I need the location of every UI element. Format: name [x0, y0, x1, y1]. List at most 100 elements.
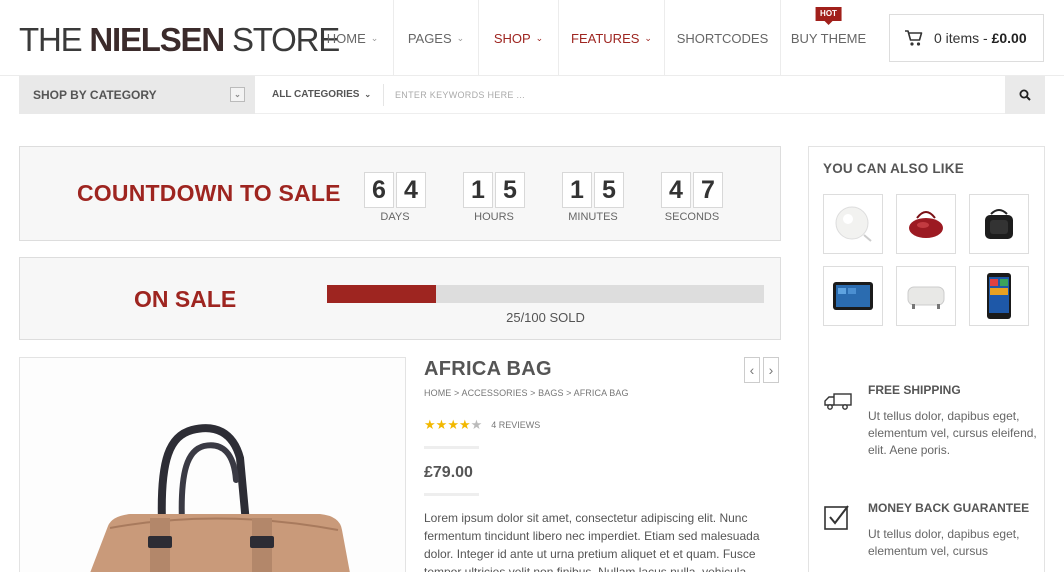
- star-icon: ★: [458, 417, 471, 432]
- unit-label: HOURS: [474, 211, 514, 223]
- prev-product-button[interactable]: ‹: [744, 357, 760, 383]
- chevron-down-icon: ⌄: [456, 32, 465, 43]
- digit: 7: [693, 172, 723, 208]
- logo-the: THE: [19, 21, 90, 58]
- shop-by-category-dropdown[interactable]: SHOP BY CATEGORY ⌄: [19, 76, 255, 114]
- nav-label: HOME: [326, 30, 366, 46]
- digit: 4: [661, 172, 691, 208]
- search-button[interactable]: [1005, 76, 1045, 114]
- camera-bag-image: [985, 209, 1013, 239]
- countdown-panel: COUNTDOWN TO SALE 64 DAYS 15 HOURS 15 MI…: [19, 146, 781, 241]
- divider: [424, 493, 479, 496]
- truck-icon: [824, 393, 852, 410]
- unit-label: SECONDS: [664, 211, 720, 223]
- search-field-area: ALL CATEGORIES ⌄ ENTER KEYWORDS HERE ...: [255, 76, 1005, 114]
- nav-label: PAGES: [407, 30, 452, 46]
- main-nav: HOME ⌄ PAGES ⌄ SHOP ⌄ FEATURES ⌄ SHORTCODES …: [312, 0, 876, 76]
- thumb-lamp[interactable]: [823, 194, 883, 254]
- digit: 5: [594, 172, 624, 208]
- divider: [383, 84, 384, 106]
- star-icon: ★: [424, 417, 436, 432]
- product-price: £79.00: [424, 464, 473, 481]
- hot-badge: HOT: [815, 7, 842, 25]
- countdown-seconds: 47 SECONDS: [657, 172, 727, 223]
- nav-item-shortcodes[interactable]: SHORTCODES: [665, 0, 781, 76]
- all-categories-label: ALL CATEGORIES: [272, 89, 360, 100]
- smartphone-image: [987, 273, 1011, 319]
- breadcrumb[interactable]: HOME > ACCESSORIES > BAGS > AFRICA BAG: [424, 388, 629, 398]
- unit-label: MINUTES: [568, 211, 618, 223]
- shop-by-category-label: SHOP BY CATEGORY: [33, 88, 157, 102]
- nav-label: SHORTCODES: [676, 30, 769, 46]
- bag-image: [90, 424, 350, 572]
- product-image[interactable]: [19, 357, 406, 572]
- thumb-ottoman[interactable]: [896, 266, 956, 326]
- product-description: Lorem ipsum dolor sit amet, consectetur …: [424, 511, 760, 572]
- checkbox-icon: [824, 505, 849, 530]
- feature-text: Ut tellus dolor, dapibus eget, elementum…: [868, 409, 1037, 457]
- product-title: AFRICA BAG: [424, 358, 552, 380]
- tablet-image: [833, 282, 873, 310]
- search-input[interactable]: ENTER KEYWORDS HERE ...: [395, 90, 525, 100]
- site-logo[interactable]: THE NIELSEN STORE: [19, 21, 340, 58]
- nav-label: BUY THEME: [790, 30, 867, 46]
- cart-total: £0.00: [991, 30, 1027, 46]
- thumb-tablet[interactable]: [823, 266, 883, 326]
- unit-label: DAYS: [380, 211, 410, 223]
- chevron-down-icon: ⌄: [370, 32, 379, 43]
- cart-button[interactable]: 0 items - £0.00: [889, 14, 1044, 62]
- product-rating: ★ ★ ★ ★ ★ 4 REVIEWS: [424, 418, 540, 431]
- on-sale-panel: ON SALE 25/100 SOLD: [19, 257, 781, 340]
- sold-count: 25/100 SOLD: [506, 310, 585, 325]
- cart-items: 0 items -: [934, 30, 988, 46]
- handbag-image: [909, 211, 943, 238]
- search-icon: [1019, 89, 1031, 101]
- chevron-down-icon: ⌄: [644, 32, 652, 43]
- lamp-image: [835, 206, 872, 242]
- divider: [424, 446, 479, 449]
- star-empty-icon: ★: [470, 417, 483, 432]
- thumb-red-handbag[interactable]: [896, 194, 956, 254]
- thumb-camera-bag[interactable]: [969, 194, 1029, 254]
- chevron-down-icon: ⌄: [364, 90, 372, 99]
- nav-item-pages[interactable]: PAGES ⌄: [394, 0, 479, 76]
- sidebar: YOU CAN ALSO LIKE FREE SHIPPING Ut tellu…: [808, 146, 1045, 572]
- countdown-title: COUNTDOWN TO SALE: [77, 180, 341, 206]
- nav-item-shop[interactable]: SHOP ⌄: [479, 0, 559, 76]
- chevron-left-icon: ‹: [749, 362, 755, 378]
- countdown-minutes: 15 MINUTES: [558, 172, 628, 223]
- chevron-right-icon: ›: [768, 362, 774, 378]
- thumb-smartphone[interactable]: [969, 266, 1029, 326]
- on-sale-title: ON SALE: [134, 286, 237, 312]
- reviews-link[interactable]: 4 REVIEWS: [491, 420, 540, 430]
- feature-text: Ut tellus dolor, dapibus eget, elementum…: [868, 527, 1020, 558]
- nav-item-home[interactable]: HOME ⌄: [312, 0, 394, 76]
- nav-label: FEATURES: [571, 30, 640, 46]
- all-categories-select[interactable]: ALL CATEGORIES ⌄: [272, 89, 371, 100]
- countdown-hours: 15 HOURS: [459, 172, 529, 223]
- digit: 5: [495, 172, 525, 208]
- sold-progress-bar: [327, 285, 764, 303]
- next-product-button[interactable]: ›: [763, 357, 779, 383]
- feature-title: FREE SHIPPING: [868, 383, 961, 397]
- cart-icon: [905, 30, 923, 46]
- feature-title: MONEY BACK GUARANTEE: [868, 501, 1030, 515]
- site-header: THE NIELSEN STORE HOME ⌄ PAGES ⌄ SHOP ⌄ FEA…: [0, 0, 1064, 76]
- search-bar: SHOP BY CATEGORY ⌄ ALL CATEGORIES ⌄ ENTER…: [19, 76, 1045, 114]
- sold-progress-fill: [327, 285, 437, 303]
- chevron-down-icon: ⌄: [535, 32, 544, 43]
- nav-label: SHOP: [493, 30, 531, 46]
- digit: 1: [562, 172, 592, 208]
- ottoman-image: [907, 286, 945, 309]
- digit: 1: [463, 172, 493, 208]
- logo-nielsen: NIELSEN: [89, 21, 225, 58]
- nav-item-buy-theme[interactable]: HOT BUY THEME: [781, 0, 876, 76]
- countdown-days: 64 DAYS: [360, 172, 430, 223]
- star-icon: ★: [435, 417, 448, 432]
- nav-item-features[interactable]: FEATURES ⌄: [559, 0, 665, 76]
- star-icon: ★: [447, 417, 459, 432]
- digit: 6: [364, 172, 394, 208]
- product-pager: ‹ ›: [744, 357, 779, 383]
- digit: 4: [396, 172, 426, 208]
- sidebar-title: YOU CAN ALSO LIKE: [823, 161, 964, 176]
